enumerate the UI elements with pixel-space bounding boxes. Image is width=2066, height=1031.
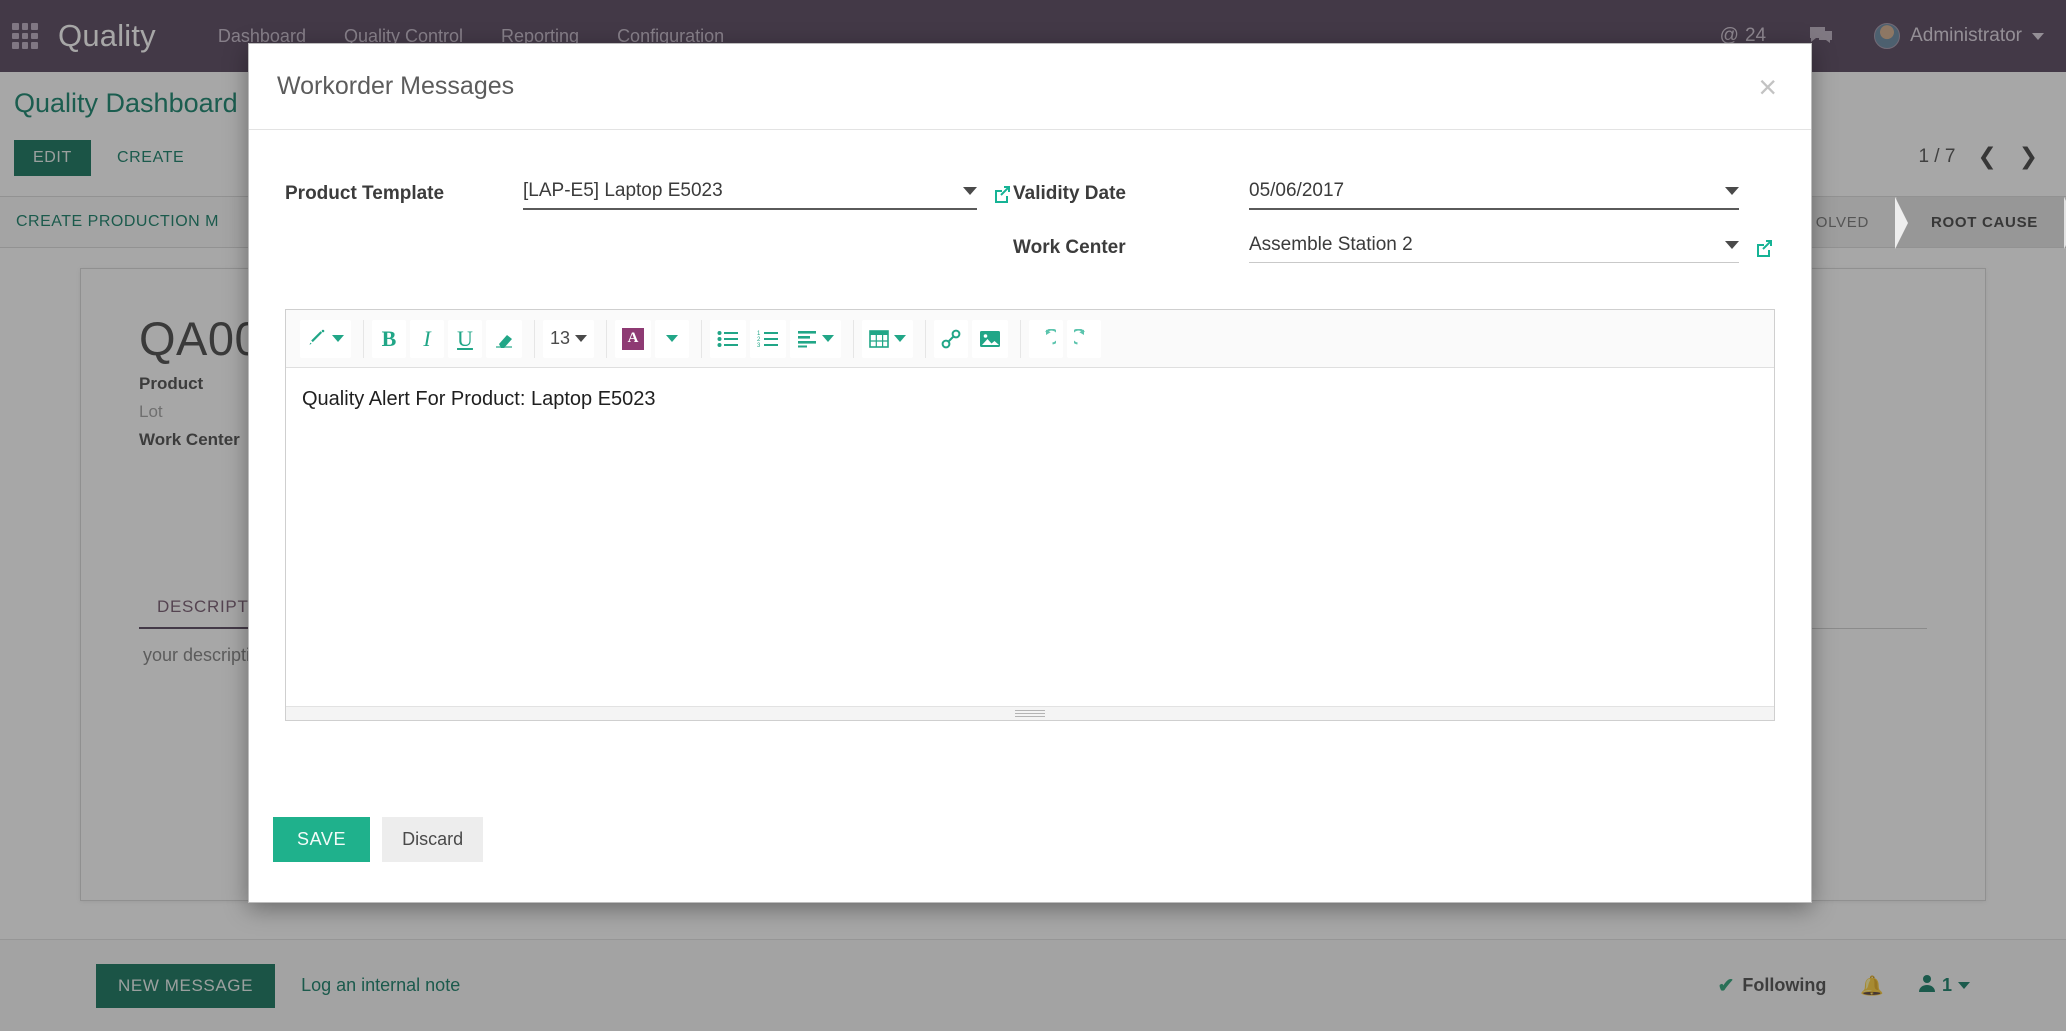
dialog-header: Workorder Messages ×: [249, 44, 1811, 130]
chevron-down-icon[interactable]: [963, 187, 977, 195]
resize-grip-icon[interactable]: [286, 706, 1774, 720]
close-icon[interactable]: ×: [1752, 71, 1783, 103]
product-template-value: [LAP-E5] Laptop E5023: [523, 180, 723, 201]
editor-toolbar: B I U 13 A 1 2 3: [286, 310, 1774, 368]
bullet-list-icon[interactable]: [710, 319, 747, 358]
field-work-center: Assemble Station 2: [1249, 232, 1775, 263]
work-center-input[interactable]: Assemble Station 2: [1249, 232, 1739, 263]
toolbar-group-format: B I U: [363, 319, 530, 358]
chevron-down-icon: [575, 335, 588, 342]
image-icon[interactable]: [972, 319, 1009, 358]
workorder-messages-dialog: Workorder Messages × Product Template [L…: [248, 43, 1812, 903]
editor-content[interactable]: Quality Alert For Product: Laptop E5023: [286, 368, 1774, 706]
chevron-down-icon: [822, 335, 835, 342]
dialog-title: Workorder Messages: [277, 72, 515, 100]
eraser-icon[interactable]: [486, 319, 522, 358]
link-icon[interactable]: [934, 319, 969, 358]
numbered-list-icon[interactable]: 123: [750, 319, 787, 358]
undo-icon[interactable]: [1029, 319, 1064, 358]
external-link-icon[interactable]: [1753, 237, 1775, 259]
chevron-down-icon[interactable]: [1725, 241, 1739, 249]
save-button[interactable]: SAVE: [273, 817, 371, 862]
rich-text-editor: B I U 13 A 1 2 3 Quality Alert For Produ…: [285, 309, 1775, 721]
font-size-icon[interactable]: 13: [543, 319, 595, 358]
discard-button[interactable]: Discard: [382, 817, 484, 862]
toolbar-group-style: [292, 319, 359, 358]
redo-icon[interactable]: [1067, 319, 1102, 358]
chevron-down-icon[interactable]: [1725, 187, 1739, 195]
field-product-template: [LAP-E5] Laptop E5023: [523, 178, 1013, 210]
underline-icon[interactable]: U: [448, 319, 482, 358]
toolbar-group-color: A: [606, 319, 697, 358]
grip-lines: [1015, 708, 1045, 719]
toolbar-group-media: [925, 319, 1016, 358]
external-link-icon[interactable]: [991, 183, 1013, 205]
label-work-center: Work Center: [1013, 236, 1126, 258]
svg-text:3: 3: [757, 343, 761, 348]
chevron-down-icon: [894, 335, 907, 342]
magic-wand-icon[interactable]: [300, 319, 351, 358]
product-template-input[interactable]: [LAP-E5] Laptop E5023: [523, 178, 977, 210]
field-validity-date: 05/06/2017: [1249, 178, 1775, 210]
font-size-value: 13: [550, 328, 571, 348]
chevron-down-icon: [666, 335, 679, 342]
work-center-value: Assemble Station 2: [1249, 234, 1413, 255]
dialog-footer: SAVE Discard: [249, 817, 1811, 902]
font-color-icon[interactable]: A: [615, 319, 652, 358]
color-dropdown[interactable]: [655, 319, 690, 358]
toolbar-group-fontsize: 13: [534, 319, 602, 358]
toolbar-group-table: [853, 319, 921, 358]
bold-icon[interactable]: B: [372, 319, 406, 358]
dialog-body: Product Template [LAP-E5] Laptop E5023 V…: [249, 130, 1811, 773]
validity-date-input[interactable]: 05/06/2017: [1249, 178, 1739, 210]
color-swatch: A: [622, 327, 645, 350]
align-left-icon[interactable]: [790, 319, 842, 358]
toolbar-group-history: [1020, 319, 1109, 358]
form-grid: Product Template [LAP-E5] Laptop E5023 V…: [273, 178, 1787, 263]
label-validity-date: Validity Date: [1013, 183, 1126, 204]
label-product-template: Product Template: [285, 183, 445, 204]
toolbar-group-lists: 123: [701, 319, 849, 358]
table-icon[interactable]: [862, 319, 914, 358]
italic-icon[interactable]: I: [410, 319, 444, 358]
chevron-down-icon: [332, 335, 344, 342]
validity-date-value: 05/06/2017: [1249, 180, 1345, 201]
